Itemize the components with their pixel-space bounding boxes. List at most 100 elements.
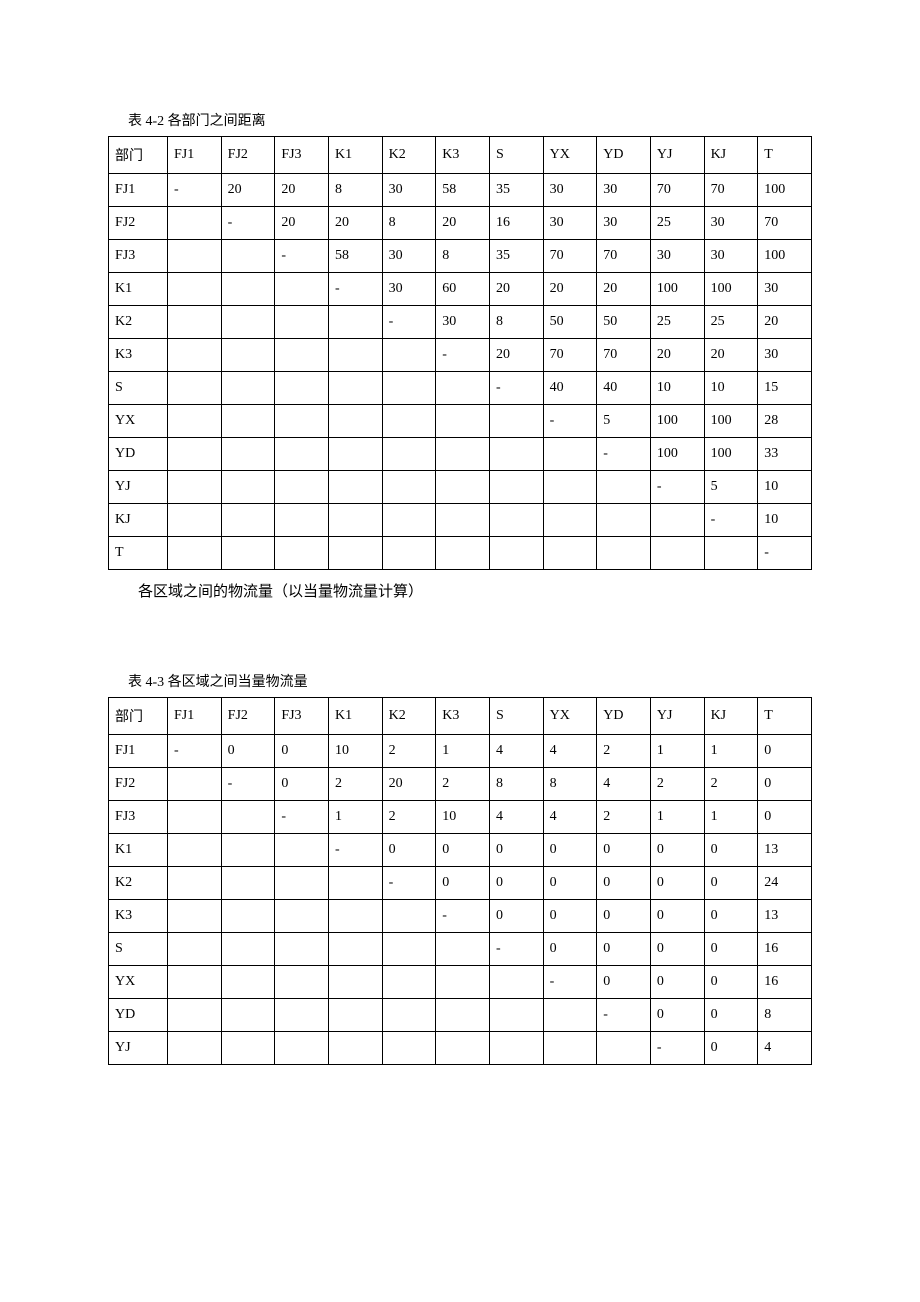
cell: 30 [597, 207, 651, 240]
cell: 1 [650, 801, 704, 834]
cell: 20 [221, 174, 275, 207]
cell [328, 306, 382, 339]
cell [328, 372, 382, 405]
cell: 70 [650, 174, 704, 207]
cell: 16 [758, 966, 812, 999]
col-header: FJ2 [221, 698, 275, 735]
cell: 0 [382, 834, 436, 867]
row-header: K3 [109, 339, 168, 372]
col-header: YX [543, 698, 597, 735]
cell [382, 933, 436, 966]
col-header: FJ2 [221, 137, 275, 174]
cell [275, 339, 329, 372]
cell [168, 537, 222, 570]
cell [168, 801, 222, 834]
row-header: YX [109, 966, 168, 999]
cell [328, 405, 382, 438]
cell: 100 [704, 405, 758, 438]
cell [168, 900, 222, 933]
cell [328, 999, 382, 1032]
cell: 1 [328, 801, 382, 834]
cell [382, 1032, 436, 1065]
col-header: FJ3 [275, 698, 329, 735]
row-header: FJ1 [109, 735, 168, 768]
cell [221, 867, 275, 900]
cell [328, 339, 382, 372]
cell: 24 [758, 867, 812, 900]
cell [436, 999, 490, 1032]
cell: 0 [597, 900, 651, 933]
cell: 4 [758, 1032, 812, 1065]
cell [221, 537, 275, 570]
table-row: YX-510010028 [109, 405, 812, 438]
cell: 40 [543, 372, 597, 405]
cell [168, 372, 222, 405]
cell [168, 438, 222, 471]
cell: - [489, 372, 543, 405]
cell [382, 504, 436, 537]
cell: 8 [328, 174, 382, 207]
cell: - [221, 768, 275, 801]
cell: 16 [489, 207, 543, 240]
cell: 0 [758, 801, 812, 834]
cell [221, 504, 275, 537]
cell: 0 [758, 768, 812, 801]
cell: 20 [543, 273, 597, 306]
col-header: S [489, 137, 543, 174]
cell: 13 [758, 900, 812, 933]
cell [489, 999, 543, 1032]
cell: 8 [543, 768, 597, 801]
table-row: FJ1-001021442110 [109, 735, 812, 768]
cell [543, 1032, 597, 1065]
cell [328, 504, 382, 537]
cell [543, 537, 597, 570]
col-header: T [758, 698, 812, 735]
cell [650, 537, 704, 570]
cell: 30 [597, 174, 651, 207]
cell: 20 [328, 207, 382, 240]
cell: 20 [275, 207, 329, 240]
cell [382, 339, 436, 372]
cell: 20 [758, 306, 812, 339]
cell: 40 [597, 372, 651, 405]
cell: 0 [650, 933, 704, 966]
col-header-label: 部门 [109, 698, 168, 735]
row-header: FJ3 [109, 801, 168, 834]
cell: 30 [758, 339, 812, 372]
cell [543, 438, 597, 471]
cell: 30 [436, 306, 490, 339]
cell [489, 966, 543, 999]
cell: 0 [704, 1032, 758, 1065]
cell: 2 [436, 768, 490, 801]
cell: 4 [489, 735, 543, 768]
cell: 35 [489, 240, 543, 273]
cell [275, 537, 329, 570]
cell: 2 [382, 735, 436, 768]
cell: - [650, 471, 704, 504]
cell: 100 [650, 438, 704, 471]
cell: 10 [436, 801, 490, 834]
cell: 30 [382, 273, 436, 306]
row-header: FJ2 [109, 768, 168, 801]
cell: 4 [597, 768, 651, 801]
cell: 0 [436, 867, 490, 900]
cell: 2 [597, 735, 651, 768]
cell: 70 [543, 240, 597, 273]
cell [221, 834, 275, 867]
table-row: FJ2-2020820163030253070 [109, 207, 812, 240]
cell: 60 [436, 273, 490, 306]
cell [328, 900, 382, 933]
row-header: FJ2 [109, 207, 168, 240]
cell: 0 [221, 735, 275, 768]
cell: - [328, 834, 382, 867]
cell: 70 [543, 339, 597, 372]
cell: 0 [650, 966, 704, 999]
cell: - [221, 207, 275, 240]
cell: 0 [704, 999, 758, 1032]
cell: 8 [758, 999, 812, 1032]
col-header: K2 [382, 698, 436, 735]
cell: 1 [436, 735, 490, 768]
cell: 0 [489, 900, 543, 933]
cell [328, 471, 382, 504]
cell: 2 [328, 768, 382, 801]
